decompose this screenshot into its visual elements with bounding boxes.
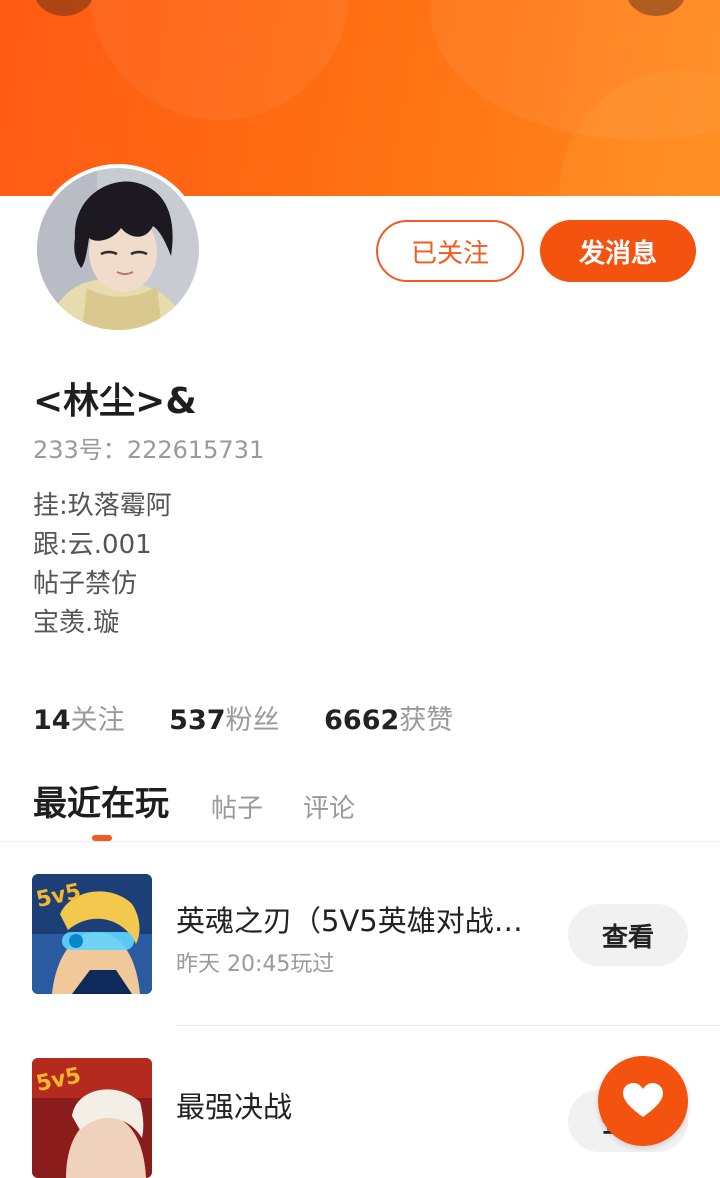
bio-line: 跟:云.001 <box>33 530 152 560</box>
stat-likes[interactable]: 6662获赞 <box>324 698 453 737</box>
stat-followers-label: 粉丝 <box>225 705 280 736</box>
list-divider <box>176 1025 720 1026</box>
like-fab-button[interactable] <box>598 1056 688 1146</box>
game-icon: 5v5 <box>32 874 152 994</box>
game-title: 英魂之刃（5V5英雄对战… <box>176 904 523 938</box>
avatar-image <box>37 168 199 330</box>
send-message-button[interactable]: 发消息 <box>540 220 696 282</box>
tab-posts[interactable]: 帖子 <box>211 788 263 825</box>
game-last-played: 昨天 20:45玩过 <box>176 952 335 977</box>
bio-line: 宝羡.璇 <box>33 608 120 638</box>
user-id-value: 222615731 <box>126 436 265 464</box>
bio-line: 挂:玖落霉阿 <box>33 491 172 521</box>
stat-following[interactable]: 14关注 <box>33 698 125 737</box>
bio-line: 帖子禁仿 <box>33 569 138 599</box>
user-nickname: <林尘>& <box>33 381 197 422</box>
game-title: 最强决战 <box>176 1090 293 1124</box>
user-bio: 挂:玖落霉阿 跟:云.001 帖子禁仿 宝羡.璇 <box>33 488 172 644</box>
back-button[interactable] <box>34 0 94 16</box>
stat-following-count: 14 <box>33 705 71 736</box>
user-id: 233号：222615731 <box>33 430 264 465</box>
follow-button[interactable]: 已关注 <box>376 220 524 282</box>
profile-stats: 14关注 537粉丝 6662获赞 <box>33 698 489 737</box>
game-icon: 5v5 <box>32 1058 152 1178</box>
user-id-label: 233号： <box>33 436 127 464</box>
stat-likes-count: 6662 <box>324 705 400 736</box>
view-game-button[interactable]: 查看 <box>568 904 688 966</box>
stat-following-label: 关注 <box>70 705 125 736</box>
tabs-divider <box>0 841 720 842</box>
banner-decoration <box>90 0 350 120</box>
tab-comments[interactable]: 评论 <box>303 788 355 825</box>
avatar[interactable] <box>33 164 203 334</box>
heart-icon <box>623 1083 663 1117</box>
stat-followers[interactable]: 537粉丝 <box>169 698 279 737</box>
stat-followers-count: 537 <box>169 705 226 736</box>
tab-recently-played[interactable]: 最近在玩 <box>33 776 169 825</box>
profile-tabs: 最近在玩 帖子 评论 <box>33 776 395 825</box>
stat-likes-label: 获赞 <box>399 705 454 736</box>
